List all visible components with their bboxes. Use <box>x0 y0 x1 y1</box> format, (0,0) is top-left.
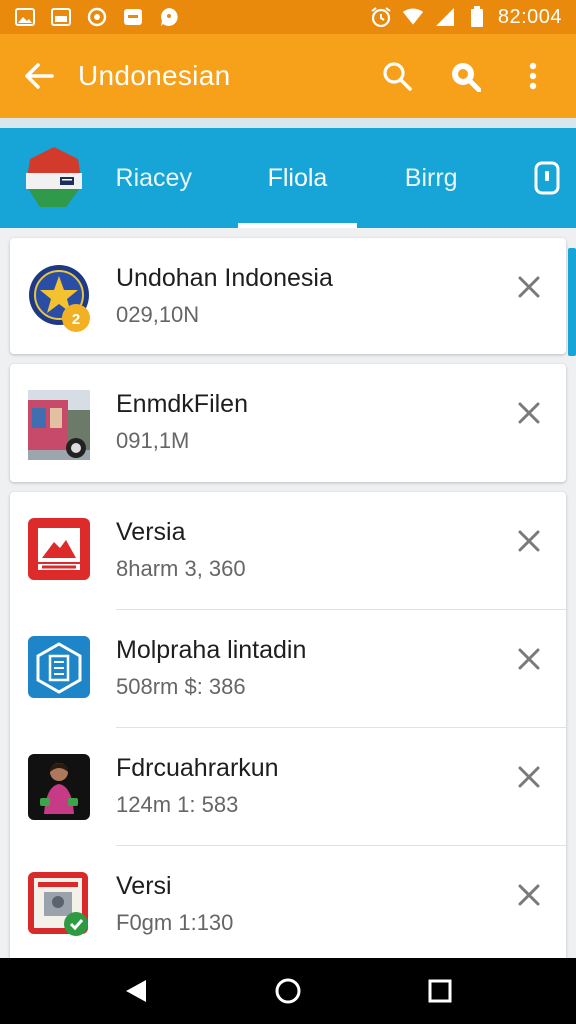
list-item[interactable]: Molpraha lintadin 508rm $: 386 <box>10 610 566 728</box>
tab-bar: Riacey Fliola Birrg <box>0 128 576 228</box>
search-button[interactable] <box>370 49 424 103</box>
nav-back-button[interactable] <box>106 961 166 1021</box>
image-icon <box>14 7 36 27</box>
list-item[interactable]: 2 Undohan Indonesia 029,10N <box>10 238 566 356</box>
app-logo <box>0 128 108 228</box>
remove-button[interactable] <box>506 754 552 800</box>
item-subtitle: 124m 1: 583 <box>116 792 239 817</box>
close-icon <box>518 884 540 906</box>
alarm-icon <box>370 7 392 28</box>
status-bar: 82:004 <box>0 0 576 34</box>
tab-riacey[interactable]: Riacey <box>108 128 200 228</box>
item-title: Molpraha lintadin <box>116 636 307 664</box>
close-icon <box>518 766 540 788</box>
nav-recents-button[interactable] <box>410 961 470 1021</box>
card-1: 2 Undohan Indonesia 029,10N <box>10 238 566 354</box>
header-divider <box>0 118 576 128</box>
item-subtitle: 8harm 3, 360 <box>116 556 246 581</box>
gallery-icon <box>50 7 72 27</box>
more-options-button[interactable] <box>506 49 560 103</box>
card-3: Versia 8harm 3, 360 Molpraha lintadin 50… <box>10 492 566 962</box>
red-mountain-icon <box>28 518 90 580</box>
item-subtitle: 091,1M <box>116 428 190 453</box>
navigation-bar <box>0 958 576 1024</box>
item-subtitle: 508rm $: 386 <box>116 674 246 699</box>
home-circle-icon <box>275 978 301 1004</box>
status-time: 82:004 <box>497 5 562 28</box>
mail-icon <box>122 7 144 27</box>
item-title: Versia <box>116 518 186 546</box>
battery-icon <box>466 6 488 27</box>
scroll-indicator[interactable] <box>568 248 576 356</box>
back-button[interactable] <box>0 34 78 118</box>
list-item[interactable]: Versi F0gm 1:130 <box>10 846 566 964</box>
tab-fliola[interactable]: Fliola <box>234 128 361 228</box>
whatsapp-icon <box>86 7 108 27</box>
list-item[interactable]: Versia 8harm 3, 360 <box>10 492 566 610</box>
phone-icon <box>534 161 560 195</box>
tab-device[interactable] <box>517 128 576 228</box>
signal-icon <box>434 7 456 27</box>
remove-button[interactable] <box>506 518 552 564</box>
remove-button[interactable] <box>506 636 552 682</box>
item-title: EnmdkFilen <box>116 390 248 418</box>
building-photo-icon <box>28 390 90 460</box>
item-title: Undohan Indonesia <box>116 264 333 292</box>
tab-birrg[interactable]: Birrg <box>387 128 475 228</box>
close-icon <box>518 648 540 670</box>
blue-document-icon <box>28 636 90 698</box>
remove-button[interactable] <box>506 872 552 918</box>
close-icon <box>518 276 540 298</box>
card-2: EnmdkFilen 091,1M <box>10 364 566 482</box>
search-icon <box>383 62 412 91</box>
person-photo-icon <box>28 754 90 820</box>
close-icon <box>518 530 540 552</box>
more-vert-icon <box>529 62 537 90</box>
remove-button[interactable] <box>506 264 552 310</box>
item-title: Fdrcuahrarkun <box>116 754 279 782</box>
svg-text:2: 2 <box>72 311 80 328</box>
item-subtitle: 029,10N <box>116 302 200 327</box>
app-bar: Undonesian <box>0 34 576 118</box>
nav-home-button[interactable] <box>258 961 318 1021</box>
red-book-icon <box>28 872 90 936</box>
item-subtitle: F0gm 1:130 <box>116 910 234 935</box>
remove-button[interactable] <box>506 390 552 436</box>
arrow-back-icon <box>25 63 54 89</box>
search-filled-icon <box>452 63 481 92</box>
list-item[interactable]: Fdrcuahrarkun 124m 1: 583 <box>10 728 566 846</box>
search-filled-button[interactable] <box>438 49 492 103</box>
wifi-icon <box>402 7 424 27</box>
app-logo-icon <box>25 147 82 207</box>
recents-square-icon <box>428 979 452 1003</box>
list-item[interactable]: EnmdkFilen 091,1M <box>10 364 566 482</box>
chat-icon <box>158 7 180 27</box>
page-title: Undonesian <box>78 60 231 91</box>
indonesia-emblem-icon: 2 <box>28 264 90 332</box>
close-icon <box>518 402 540 424</box>
back-triangle-icon <box>126 980 146 1002</box>
item-title: Versi <box>116 872 172 900</box>
